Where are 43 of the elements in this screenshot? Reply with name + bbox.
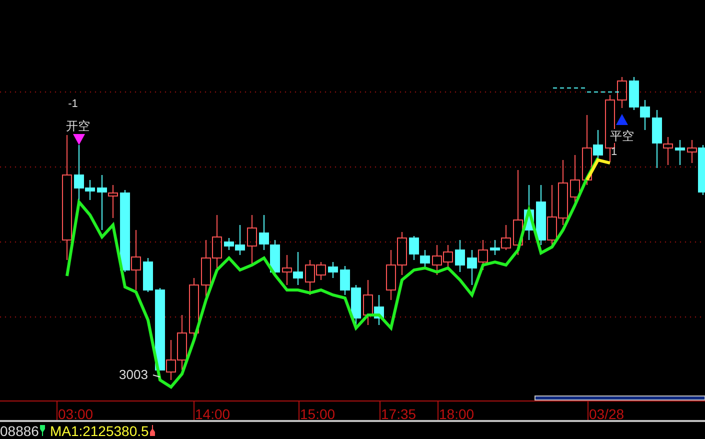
candlestick [467,250,477,286]
candlestick [617,76,627,108]
time-axis-label: 03:00 [58,406,94,422]
leader-line [152,374,160,378]
up-arrow-icon [150,425,155,436]
time-axis-label: 18:00 [439,406,474,422]
candlestick [247,214,257,266]
candlestick [409,236,419,260]
signal-count: -1 [68,98,78,110]
candlestick [558,160,568,226]
candlestick [536,184,546,246]
time-axis-label: 15:00 [300,406,336,422]
candlestick [177,314,187,370]
candlestick [259,214,269,250]
down-arrow-icon [40,425,45,436]
candlestick [270,240,280,276]
candlestick [420,250,430,268]
time-axis-label: 17:35 [381,406,416,422]
candlestick [328,262,338,278]
candlestick [386,250,396,300]
low-price-label: 3003 [119,367,148,382]
up-triangle-icon [616,114,628,125]
time-axis-label: 14:00 [195,406,230,422]
signal-label: 平空 [610,129,634,143]
signal-count: 1 [610,146,618,158]
candlestick [640,100,650,130]
signal-label: 开空 [66,119,90,133]
candlestick [143,258,153,292]
candlestick [629,76,639,110]
candlestick [293,252,303,286]
down-triangle-icon [73,134,85,145]
candlestick [432,244,442,276]
status-value: 08886 [0,424,39,438]
candlestick [455,240,465,272]
candlestick [282,254,292,286]
candlestick [397,232,407,276]
candlestick [478,240,488,270]
candlestick [131,230,141,290]
candlestick [212,214,222,268]
candlestick [675,140,685,166]
time-axis-label: 03/28 [589,406,624,422]
candlestick [547,184,557,246]
indicator-value: MA1:2125380.5 [50,424,149,438]
